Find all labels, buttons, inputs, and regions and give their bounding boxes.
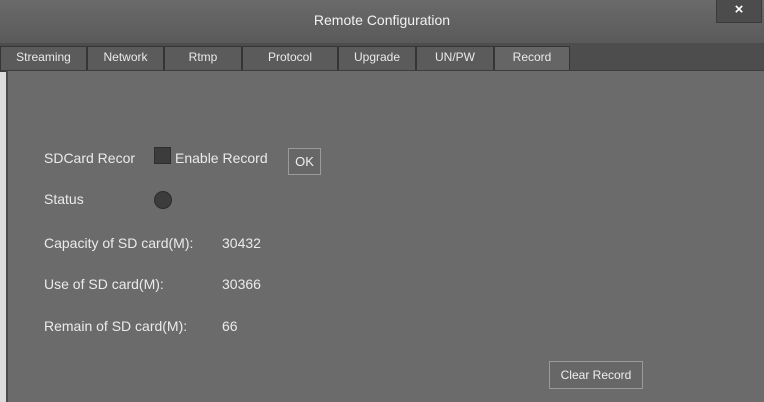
ok-button[interactable]: OK: [288, 148, 321, 175]
capacity-label: Capacity of SD card(M):: [44, 235, 194, 251]
clear-record-button[interactable]: Clear Record: [549, 361, 643, 389]
remain-label: Remain of SD card(M):: [44, 318, 188, 334]
status-label: Status: [44, 191, 84, 207]
close-icon: ×: [734, 1, 744, 18]
use-value: 30366: [222, 276, 261, 292]
use-label: Use of SD card(M):: [44, 276, 164, 292]
tab-network[interactable]: Network: [87, 46, 164, 70]
tab-bar: Streaming Network Rtmp Protocol Upgrade …: [0, 43, 764, 72]
tab-streaming[interactable]: Streaming: [0, 46, 87, 70]
tab-rtmp[interactable]: Rtmp: [164, 46, 242, 70]
record-panel: SDCard Recor Enable Record OK Status Cap…: [6, 71, 764, 402]
capacity-value: 30432: [222, 235, 261, 251]
sdcard-record-label: SDCard Recor: [44, 150, 136, 166]
tab-record[interactable]: Record: [494, 46, 570, 70]
window-title: Remote Configuration: [313, 12, 451, 28]
tab-upgrade[interactable]: Upgrade: [338, 46, 416, 70]
enable-record-checkbox[interactable]: [154, 147, 171, 164]
title-bar: Remote Configuration ×: [0, 0, 764, 43]
status-indicator: [154, 191, 172, 209]
tab-protocol[interactable]: Protocol: [242, 46, 338, 70]
tab-unpw[interactable]: UN/PW: [416, 46, 494, 70]
remain-value: 66: [222, 318, 238, 334]
enable-record-label: Enable Record: [175, 150, 268, 166]
close-button[interactable]: ×: [716, 0, 762, 23]
remote-configuration-window: Remote Configuration × Streaming Network…: [0, 0, 764, 402]
